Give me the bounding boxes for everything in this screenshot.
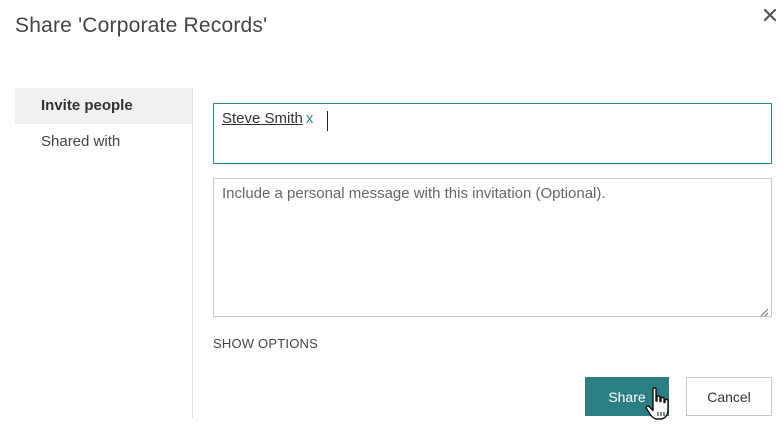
nav-item-shared-with[interactable]: Shared with xyxy=(15,124,192,160)
remove-person-button[interactable]: x xyxy=(306,110,314,127)
resize-grip-icon[interactable] xyxy=(759,304,769,317)
message-field-container xyxy=(213,178,772,317)
invite-panel: Steve Smithx SHOW OPTIONS Share Cancel xyxy=(213,103,772,416)
nav-item-invite-people[interactable]: Invite people xyxy=(15,88,192,124)
share-dialog: Share 'Corporate Records' Invite people … xyxy=(0,0,783,446)
person-token-name[interactable]: Steve Smith xyxy=(222,110,303,127)
text-caret xyxy=(327,111,329,131)
people-picker-input[interactable]: Steve Smith x xyxy=(213,103,772,164)
side-nav: Invite people Shared with xyxy=(15,88,193,418)
nav-item-label: Shared with xyxy=(41,133,121,150)
share-button[interactable]: Share xyxy=(585,377,669,416)
dialog-title: Share 'Corporate Records' xyxy=(15,14,268,37)
cancel-button[interactable]: Cancel xyxy=(686,377,772,416)
show-options-link[interactable]: SHOW OPTIONS xyxy=(213,336,318,351)
personal-message-field[interactable] xyxy=(214,179,771,316)
person-token: Steve Smith x xyxy=(222,110,313,127)
nav-item-label: Invite people xyxy=(41,97,133,114)
close-icon[interactable] xyxy=(759,4,781,26)
